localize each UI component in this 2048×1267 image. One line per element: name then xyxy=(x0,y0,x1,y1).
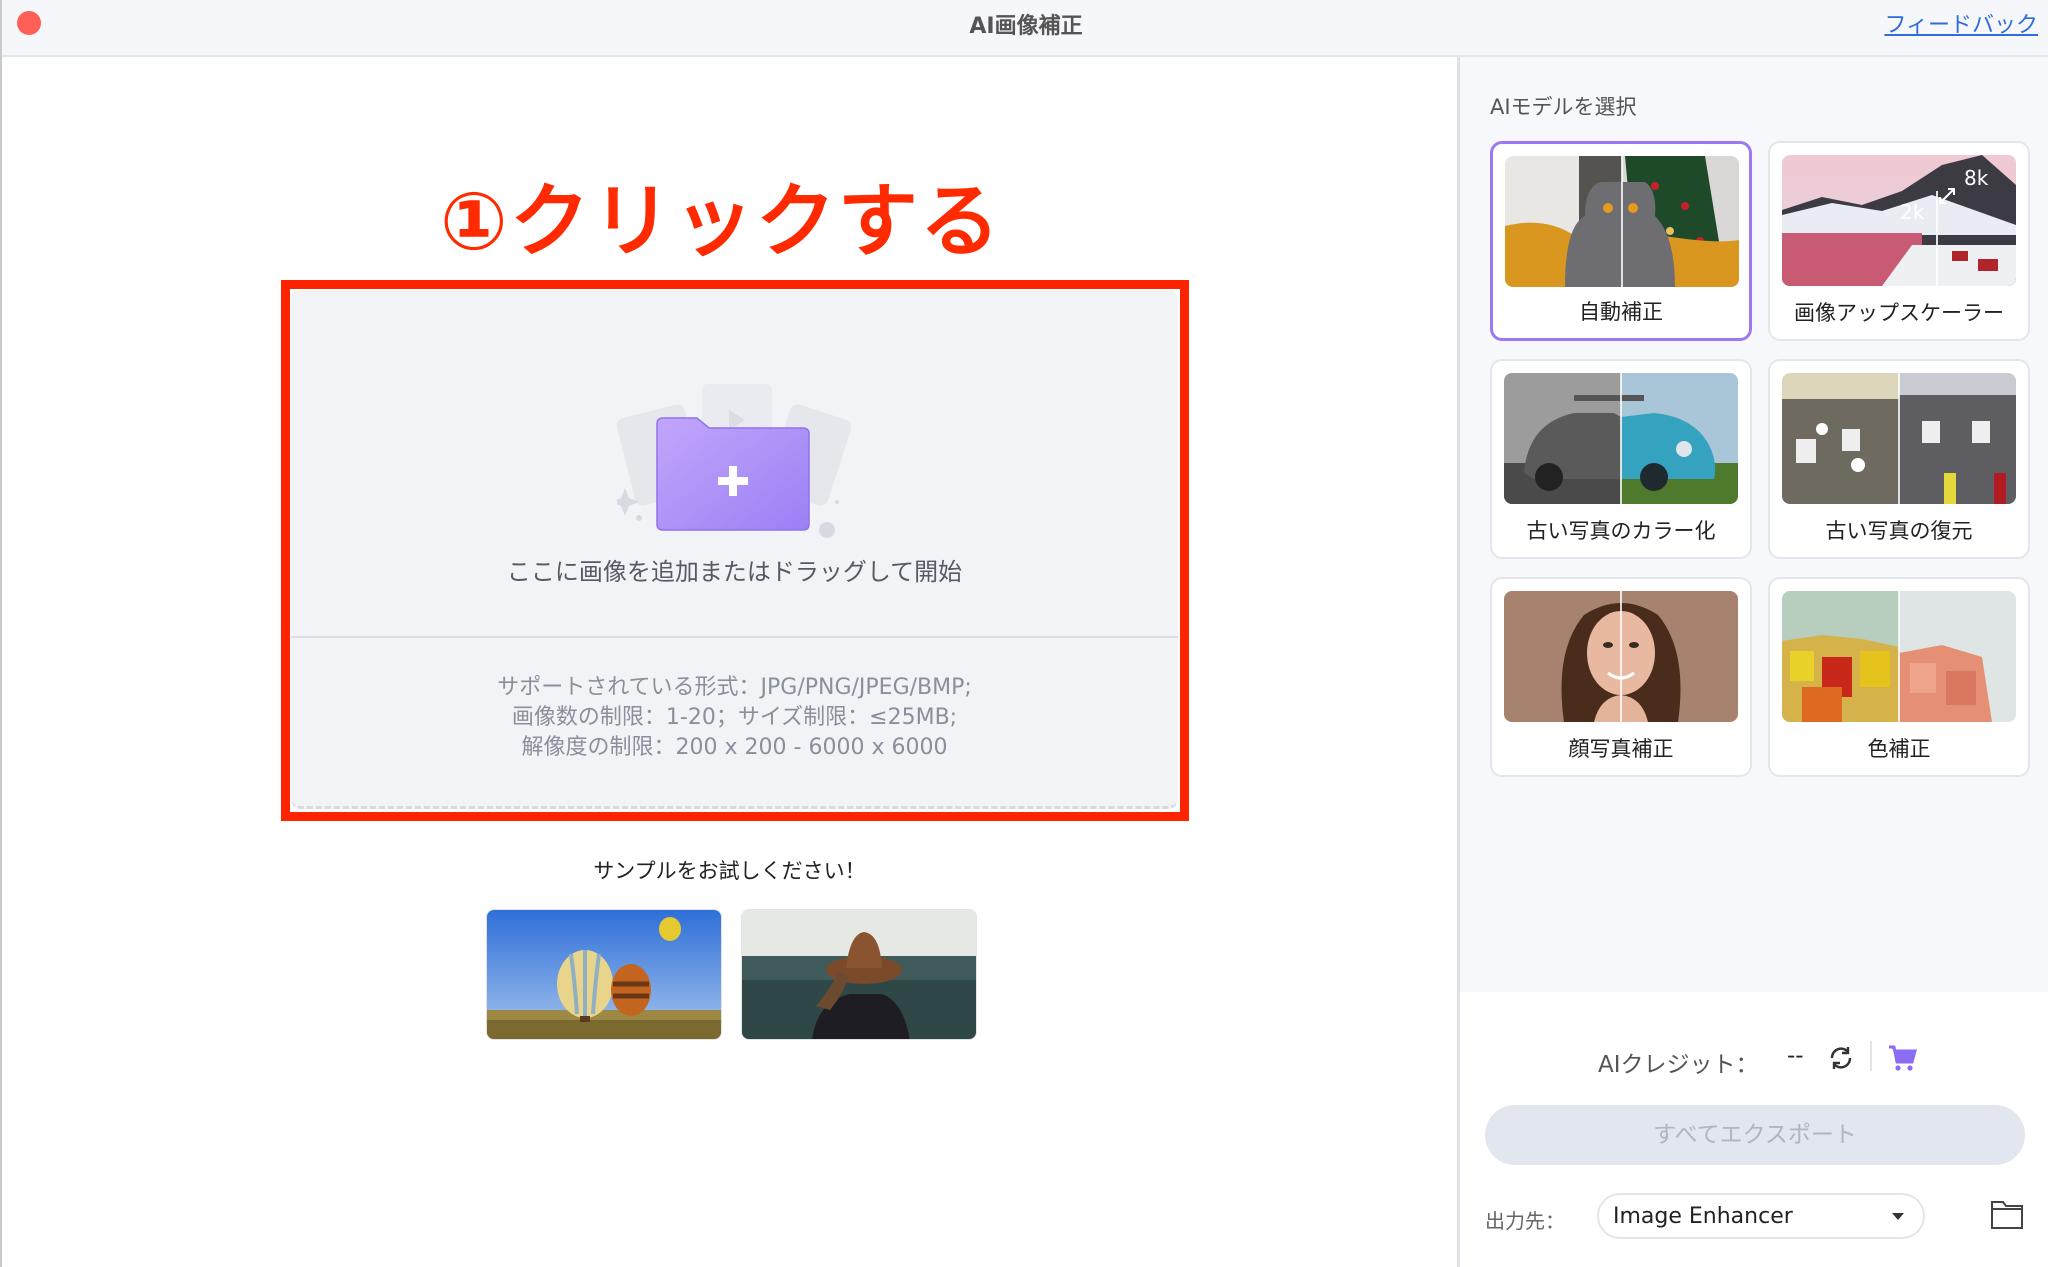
main-area: ①クリックする ここに画像を追加またはドラッグして開始 サポートされている形式：… xyxy=(2,57,1457,1267)
credits-value: -- xyxy=(1787,1043,1804,1069)
model-label-colorize: 古い写真のカラー化 xyxy=(1526,519,1716,543)
model-label-face: 顔写真補正 xyxy=(1568,737,1674,761)
model-thumbnail-colorize xyxy=(1504,373,1738,504)
feedback-link[interactable]: フィードバック xyxy=(1884,7,2038,39)
model-section-label: AIモデルを選択 xyxy=(1490,95,1637,119)
samples-title: サンプルをお試しください！ xyxy=(593,859,866,883)
title-bar: AI画像補正 フィードバック xyxy=(2,0,2048,57)
ai-credits-row: AIクレジット： -- xyxy=(1460,1039,2048,1079)
annotation-label: ①クリックする xyxy=(440,175,1002,268)
model-thumbnail-upscaler: 2k 8k xyxy=(1782,155,2016,286)
output-destination-label: 出力先： xyxy=(1485,1209,1565,1233)
model-card-upscaler[interactable]: 2k 8k 画像アップスケーラー xyxy=(1768,141,2030,341)
sample-image-woman[interactable] xyxy=(741,909,977,1040)
chevron-down-icon xyxy=(1892,1213,1904,1220)
model-card-color-correct[interactable]: 色補正 xyxy=(1768,577,2030,777)
model-thumbnail-auto-enhance xyxy=(1505,156,1739,287)
dropzone-divider xyxy=(291,636,1178,638)
model-card-auto-enhance[interactable]: 自動補正 xyxy=(1490,141,1752,341)
open-folder-icon[interactable] xyxy=(1990,1198,2024,1230)
output-destination-value: Image Enhancer xyxy=(1613,1204,1793,1229)
upscale-badge-8k: 8k xyxy=(1964,166,1989,190)
refresh-icon[interactable] xyxy=(1826,1043,1856,1073)
credits-label: AIクレジット： xyxy=(1598,1052,1759,1078)
spec-resolution: 解像度の制限：200 x 200 - 6000 x 6000 xyxy=(521,735,948,760)
ai-model-sidebar: AIモデルを選択 自動補正 2k 8k 画像アップスケーラー 古い写真のカラー化… xyxy=(1457,57,2048,1267)
upload-specs: サポートされている形式：JPG/PNG/JPEG/BMP; 画像数の制限：1-2… xyxy=(291,673,1178,763)
shopping-cart-icon[interactable] xyxy=(1887,1043,1917,1073)
model-card-face[interactable]: 顔写真補正 xyxy=(1490,577,1752,777)
output-destination-select[interactable]: Image Enhancer xyxy=(1597,1193,1925,1239)
credits-divider xyxy=(1870,1041,1872,1071)
model-label-color-correct: 色補正 xyxy=(1867,737,1931,761)
model-label-upscaler: 画像アップスケーラー xyxy=(1794,301,2004,325)
folder-plus-icon xyxy=(617,384,852,538)
window-title: AI画像補正 xyxy=(969,14,1083,39)
upload-dropzone[interactable]: ここに画像を追加またはドラッグして開始 サポートされている形式：JPG/PNG/… xyxy=(291,290,1178,809)
export-all-button[interactable]: すべてエクスポート xyxy=(1485,1105,2025,1165)
model-card-restore[interactable]: 古い写真の復元 xyxy=(1768,359,2030,559)
upscale-badge-2k: 2k xyxy=(1900,200,1925,224)
dropzone-prompt: ここに画像を追加またはドラッグして開始 xyxy=(506,558,963,586)
sample-image-balloons[interactable] xyxy=(486,909,722,1040)
spec-formats: サポートされている形式：JPG/PNG/JPEG/BMP; xyxy=(497,675,972,700)
model-thumbnail-face xyxy=(1504,591,1738,722)
spec-count-size: 画像数の制限：1-20；サイズ制限：≤25MB; xyxy=(511,705,958,730)
model-label-auto-enhance: 自動補正 xyxy=(1579,300,1663,324)
model-label-restore: 古い写真の復元 xyxy=(1825,519,1973,543)
model-thumbnail-color-correct xyxy=(1782,591,2016,722)
model-thumbnail-restore xyxy=(1782,373,2016,504)
model-card-colorize[interactable]: 古い写真のカラー化 xyxy=(1490,359,1752,559)
app-window: AI画像補正 フィードバック ①クリックする ここに画像を追加またはドラッグして… xyxy=(0,0,2048,1267)
